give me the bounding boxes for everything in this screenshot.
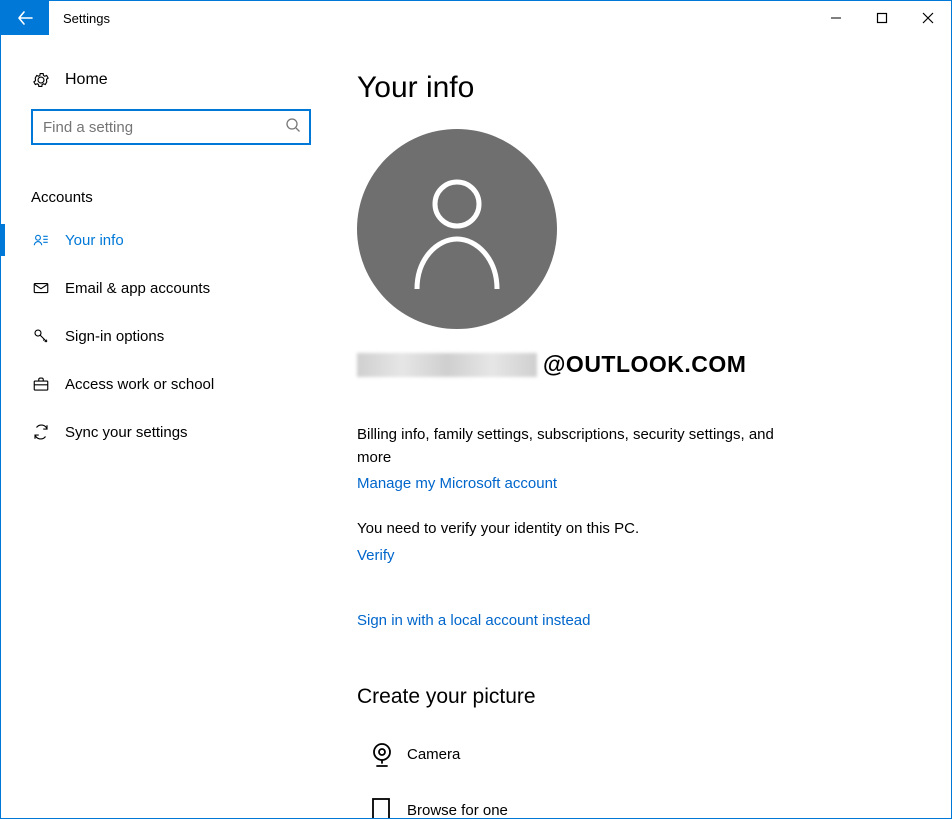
back-button[interactable] xyxy=(1,1,49,35)
sidebar-item-label: Access work or school xyxy=(65,376,214,393)
home-nav[interactable]: Home xyxy=(1,35,321,103)
briefcase-icon xyxy=(31,375,51,393)
maximize-button[interactable] xyxy=(859,1,905,35)
manage-account-link[interactable]: Manage my Microsoft account xyxy=(357,475,891,492)
sidebar-item-email-accounts[interactable]: Email & app accounts xyxy=(1,264,321,312)
sidebar-item-signin-options[interactable]: Sign-in options xyxy=(1,312,321,360)
browse-icon xyxy=(357,796,407,819)
back-arrow-icon xyxy=(16,9,34,27)
sidebar-item-your-info[interactable]: Your info xyxy=(1,216,321,264)
sidebar-item-label: Sync your settings xyxy=(65,424,188,441)
billing-description: Billing info, family settings, subscript… xyxy=(357,424,787,469)
search-icon xyxy=(285,117,301,137)
camera-label: Camera xyxy=(407,746,460,763)
sidebar: Home Accounts Your info Email & app acco… xyxy=(1,35,321,818)
gear-icon xyxy=(31,71,51,89)
browse-label: Browse for one xyxy=(407,802,508,818)
content-pane: Your info @OUTLOOK.COM Billing info, fam… xyxy=(321,35,951,818)
search-box[interactable] xyxy=(31,109,311,145)
page-title: Your info xyxy=(357,71,891,105)
titlebar: Settings xyxy=(1,1,951,35)
verify-link[interactable]: Verify xyxy=(357,547,891,564)
camera-icon xyxy=(357,741,407,769)
sidebar-item-label: Email & app accounts xyxy=(65,280,210,297)
browse-option[interactable]: Browse for one xyxy=(357,783,891,819)
sidebar-item-sync-settings[interactable]: Sync your settings xyxy=(1,408,321,456)
person-icon xyxy=(402,169,512,289)
close-button[interactable] xyxy=(905,1,951,35)
local-account-link[interactable]: Sign in with a local account instead xyxy=(357,612,891,629)
window-title: Settings xyxy=(63,11,110,26)
avatar xyxy=(357,129,557,329)
mail-icon xyxy=(31,279,51,297)
verify-description: You need to verify your identity on this… xyxy=(357,518,787,541)
close-icon xyxy=(922,12,934,24)
maximize-icon xyxy=(876,12,888,24)
key-icon xyxy=(31,327,51,345)
redacted-email-prefix xyxy=(357,353,537,377)
person-card-icon xyxy=(31,231,51,249)
sidebar-item-label: Sign-in options xyxy=(65,328,164,345)
sidebar-group-header: Accounts xyxy=(1,145,321,216)
camera-option[interactable]: Camera xyxy=(357,727,891,783)
sync-icon xyxy=(31,423,51,441)
minimize-button[interactable] xyxy=(813,1,859,35)
minimize-icon xyxy=(830,12,842,24)
search-input[interactable] xyxy=(41,118,285,137)
sidebar-item-label: Your info xyxy=(65,232,124,249)
window-controls xyxy=(813,1,951,35)
email-domain: @OUTLOOK.COM xyxy=(543,351,746,378)
home-label: Home xyxy=(65,71,108,89)
account-email: @OUTLOOK.COM xyxy=(357,351,891,378)
sidebar-item-access-work-school[interactable]: Access work or school xyxy=(1,360,321,408)
picture-section-header: Create your picture xyxy=(357,685,891,709)
